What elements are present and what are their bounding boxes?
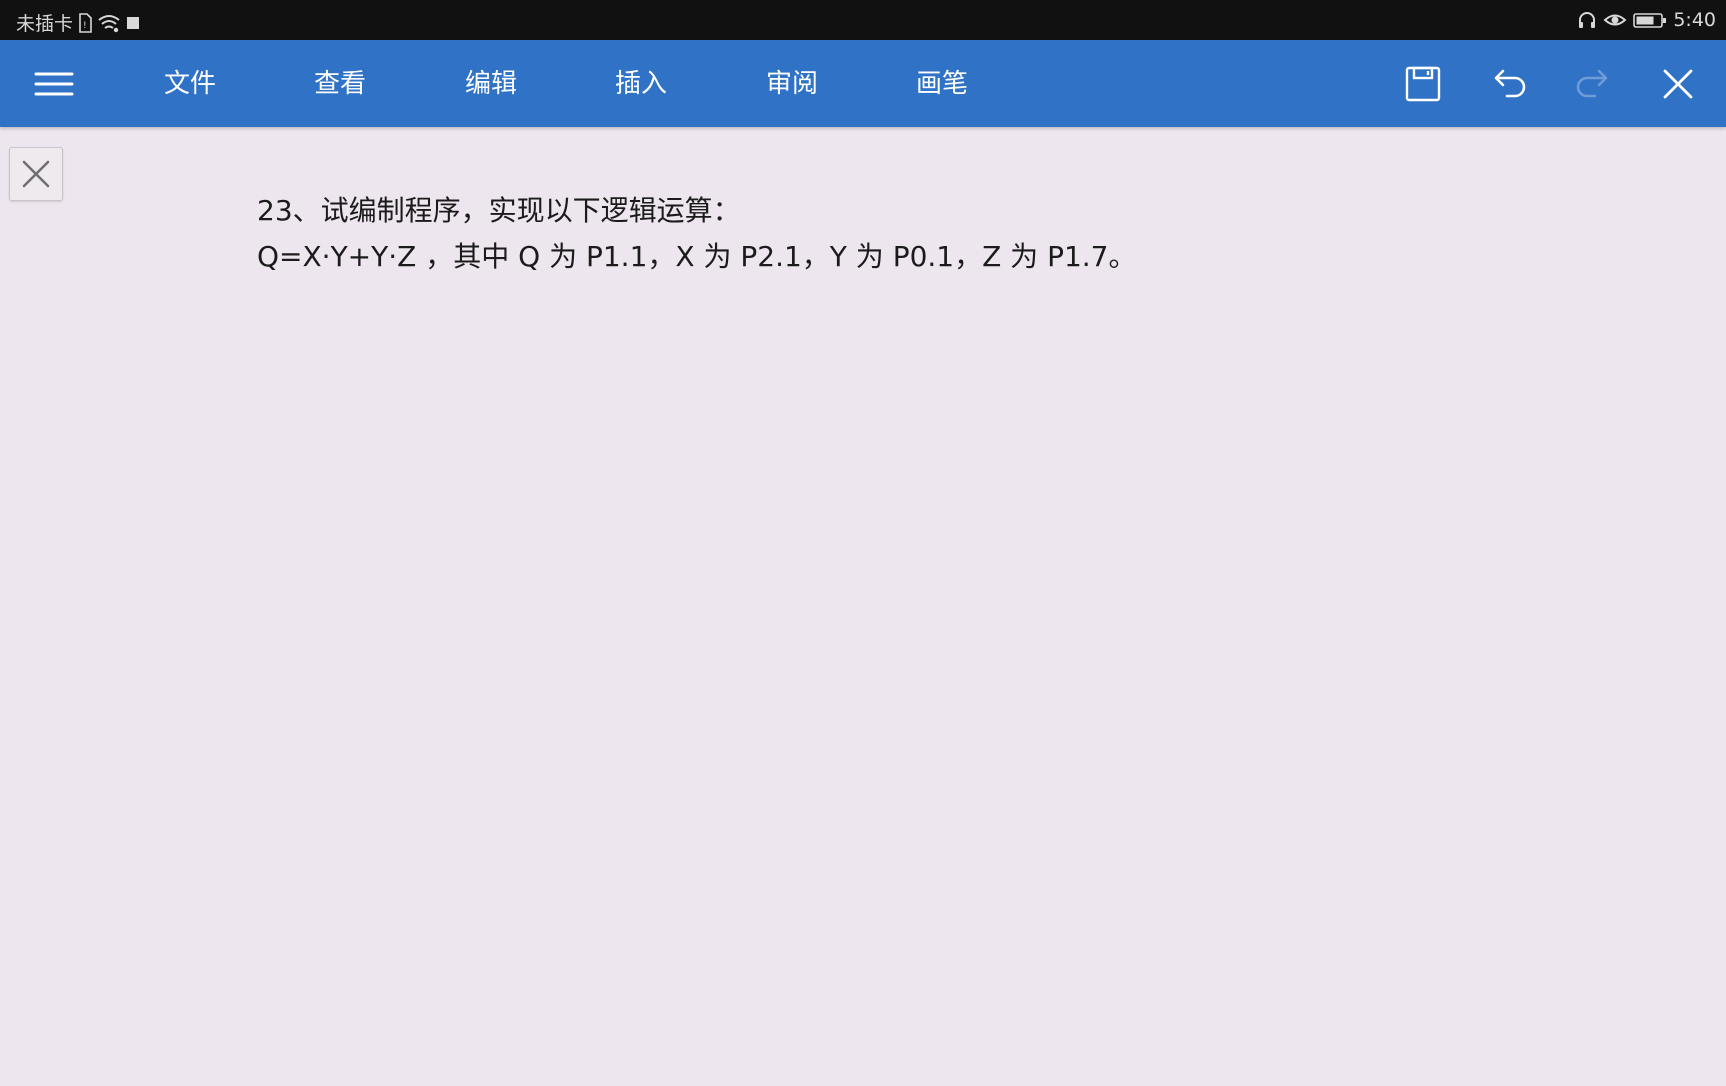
menu-button[interactable] — [28, 62, 80, 106]
redo-icon — [1567, 58, 1619, 110]
document-body[interactable]: 23、试编制程序，实现以下逻辑运算： Q=X·Y+Y·Z ，其中 Q 为 P1.… — [257, 188, 1137, 280]
status-left: 未插卡 ! — [16, 9, 141, 36]
battery-icon — [1633, 10, 1667, 30]
undo-button[interactable] — [1483, 58, 1535, 110]
close-icon — [1652, 58, 1704, 110]
redo-button[interactable] — [1567, 58, 1619, 110]
menu-icon — [28, 62, 80, 106]
question-line: 23、试编制程序，实现以下逻辑运算： — [257, 194, 741, 227]
tab-review[interactable]: 审阅 — [766, 64, 818, 104]
square-icon — [125, 13, 141, 33]
headphones-icon — [1577, 10, 1597, 30]
sim-icon: ! — [77, 12, 93, 33]
status-bar: 未插卡 ! 5:40 — [0, 0, 1726, 40]
formula-line: Q=X·Y+Y·Z ，其中 Q 为 P1.1，X 为 P2.1，Y 为 P0.1… — [257, 240, 1137, 273]
undo-icon — [1483, 58, 1535, 110]
close-button[interactable] — [1652, 58, 1704, 110]
save-button[interactable] — [1397, 58, 1449, 110]
status-right: 5:40 — [1577, 9, 1716, 31]
wifi-icon — [97, 13, 121, 33]
tab-view[interactable]: 查看 — [314, 64, 366, 104]
tab-edit[interactable]: 编辑 — [465, 64, 517, 104]
tab-pen[interactable]: 画笔 — [916, 64, 968, 104]
eye-icon — [1603, 10, 1627, 30]
svg-text:!: ! — [83, 21, 87, 31]
save-icon — [1397, 58, 1449, 110]
close-icon — [10, 148, 62, 200]
app-toolbar: 文件 查看 编辑 插入 审阅 画笔 — [0, 40, 1726, 127]
tab-insert[interactable]: 插入 — [615, 64, 667, 104]
close-panel-button[interactable] — [9, 147, 63, 201]
carrier-label: 未插卡 — [16, 13, 74, 35]
clock: 5:40 — [1673, 9, 1716, 31]
tab-file[interactable]: 文件 — [164, 64, 216, 104]
